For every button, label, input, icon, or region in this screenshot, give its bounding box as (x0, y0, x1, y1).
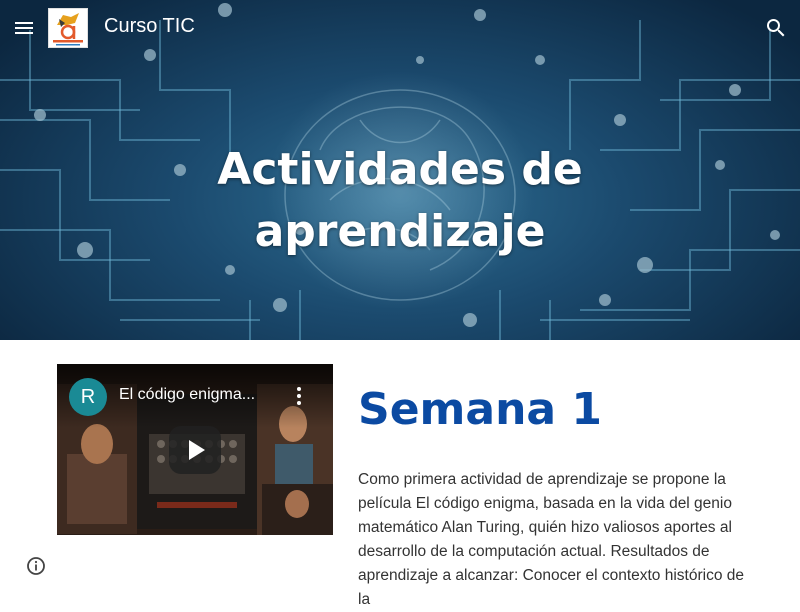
play-icon (189, 440, 205, 460)
channel-avatar[interactable]: R (69, 378, 107, 416)
embedded-video-player[interactable]: R El código enigma... (57, 364, 333, 535)
play-button[interactable] (169, 426, 221, 474)
video-title[interactable]: El código enigma... (119, 386, 255, 404)
menu-icon[interactable] (12, 16, 36, 40)
top-app-bar: Curso TIC (0, 0, 800, 56)
page-title-line-2: aprendizaje (254, 206, 546, 258)
more-vert-icon[interactable] (295, 386, 303, 406)
info-icon[interactable] (26, 556, 46, 576)
site-title[interactable]: Curso TIC (104, 15, 195, 38)
search-icon[interactable] (764, 16, 788, 40)
page-title: Actividades de aprendizaje (0, 139, 800, 263)
page-title-line-1: Actividades de (217, 144, 583, 196)
course-logo-icon[interactable] (48, 8, 88, 48)
hero-banner: Curso TIC Actividades de aprendizaje (0, 0, 800, 340)
section-heading: Semana 1 (358, 384, 603, 435)
section-paragraph: Como primera actividad de aprendizaje se… (358, 471, 745, 608)
